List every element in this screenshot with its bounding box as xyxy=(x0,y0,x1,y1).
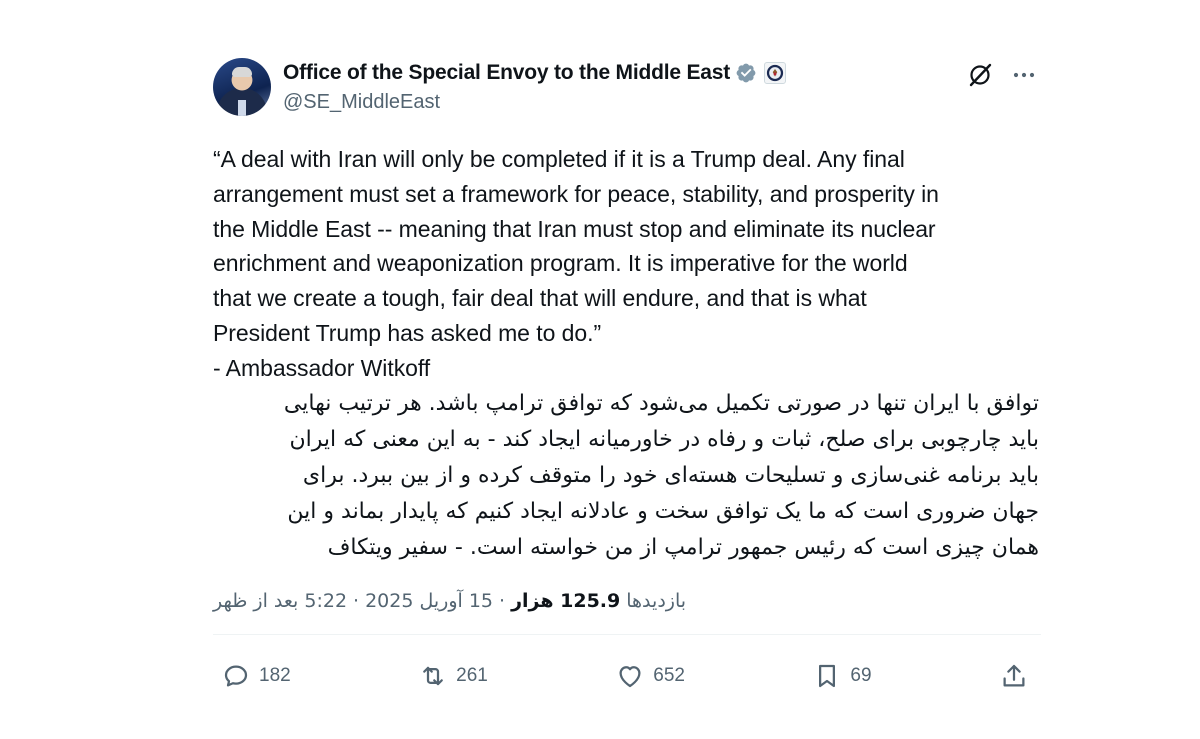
share-button[interactable] xyxy=(999,661,1029,691)
heart-icon xyxy=(619,665,641,687)
retweet-button[interactable]: 261 xyxy=(418,661,488,691)
bookmark-count: 69 xyxy=(850,664,872,686)
tweet-header: Office of the Special Envoy to the Middl… xyxy=(213,56,1041,118)
avatar[interactable] xyxy=(213,58,271,116)
views-label: بازدیدها xyxy=(626,589,687,612)
avatar-shirt xyxy=(238,100,246,116)
author-handle[interactable]: @SE_MiddleEast xyxy=(283,91,786,114)
like-count: 652 xyxy=(653,664,685,686)
bookmark-button[interactable]: 69 xyxy=(812,661,872,691)
tweet-meta: بازدیدها 125.9 هزار · 15 آوریل 2025 · 5:… xyxy=(213,590,1041,612)
display-name-row: Office of the Special Envoy to the Middl… xyxy=(283,60,787,86)
header-actions xyxy=(967,62,1037,88)
action-bar: 182 261 652 69 xyxy=(213,635,1041,699)
meta-separator: · xyxy=(353,589,360,612)
meta-separator: · xyxy=(499,589,506,612)
tweet-card: Office of the Special Envoy to the Middl… xyxy=(213,56,1041,699)
retweet-count: 261 xyxy=(456,664,488,686)
more-options-icon[interactable] xyxy=(1011,62,1037,88)
retweet-icon xyxy=(423,666,444,685)
tweet-date[interactable]: 15 آوریل 2025 xyxy=(365,590,493,612)
views-count[interactable]: 125.9 هزار xyxy=(511,590,620,612)
author-display-name[interactable]: Office of the Special Envoy to the Middl… xyxy=(283,61,730,85)
us-state-department-seal-icon[interactable] xyxy=(764,62,787,84)
tweet-text-english: “A deal with Iran will only be completed… xyxy=(213,146,939,381)
share-icon xyxy=(1003,664,1025,687)
reply-button[interactable]: 182 xyxy=(221,661,291,691)
bookmark-icon xyxy=(819,664,836,687)
author-names: Office of the Special Envoy to the Middl… xyxy=(283,60,787,114)
avatar-hair xyxy=(232,67,252,77)
tweet-time[interactable]: 5:22 بعد از ظهر xyxy=(213,590,347,612)
grok-icon[interactable] xyxy=(967,62,993,88)
verified-badge-icon[interactable] xyxy=(735,62,757,84)
reply-count: 182 xyxy=(259,664,291,686)
tweet-meta-inner: بازدیدها 125.9 هزار · 15 آوریل 2025 · 5:… xyxy=(213,590,686,612)
reply-icon xyxy=(224,665,248,687)
tweet-body: “A deal with Iran will only be completed… xyxy=(213,142,1041,566)
like-button[interactable]: 652 xyxy=(615,661,685,691)
tweet-text-persian: توافق با ایران تنها در صورتی تکمیل می‌شو… xyxy=(283,390,1039,560)
